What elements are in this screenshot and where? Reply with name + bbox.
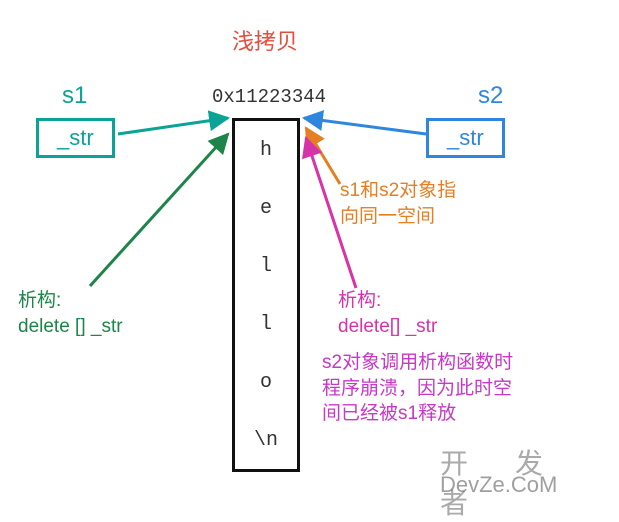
arrow-s1-to-mem (118, 118, 228, 134)
annotation-same-space: s1和s2对象指 向同一空间 (340, 178, 456, 229)
s1-member-box: _str (36, 118, 115, 158)
mem-cell: l (235, 237, 297, 295)
text-line: 析构: (18, 288, 123, 314)
text-line: s2对象调用析构函数时 (322, 350, 552, 376)
text-line: 间已经被s1释放 (322, 401, 552, 427)
s1-name: s1 (62, 82, 87, 110)
s2-name: s2 (478, 82, 503, 110)
watermark-line2: DevZe.CoM (440, 472, 557, 498)
text-line: delete[] _str (338, 314, 437, 340)
annotation-crash: s2对象调用析构函数时 程序崩溃，因为此时空 间已经被s1释放 (322, 350, 552, 427)
mem-cell: e (235, 179, 297, 237)
s2-member-box: _str (426, 118, 505, 158)
memory-block: h e l l o \n (232, 118, 300, 472)
text-line: 析构: (338, 288, 437, 314)
arrow-same-space (306, 128, 340, 184)
mem-cell: h (235, 121, 297, 179)
text-line: 向同一空间 (340, 204, 456, 230)
mem-cell: l (235, 295, 297, 353)
arrow-layer (0, 0, 619, 504)
text-line: s1和s2对象指 (340, 178, 456, 204)
text-line: delete [] _str (18, 314, 123, 340)
mem-cell: o (235, 353, 297, 411)
mem-cell: \n (235, 411, 297, 469)
memory-address: 0x11223344 (212, 86, 326, 108)
arrow-s2-to-mem (304, 118, 426, 134)
diagram-title: 浅拷贝 (232, 24, 298, 56)
annotation-destructor-s2: 析构: delete[] _str (338, 288, 437, 339)
annotation-destructor-s1: 析构: delete [] _str (18, 288, 123, 339)
text-line: 程序崩溃，因为此时空 (322, 376, 552, 402)
